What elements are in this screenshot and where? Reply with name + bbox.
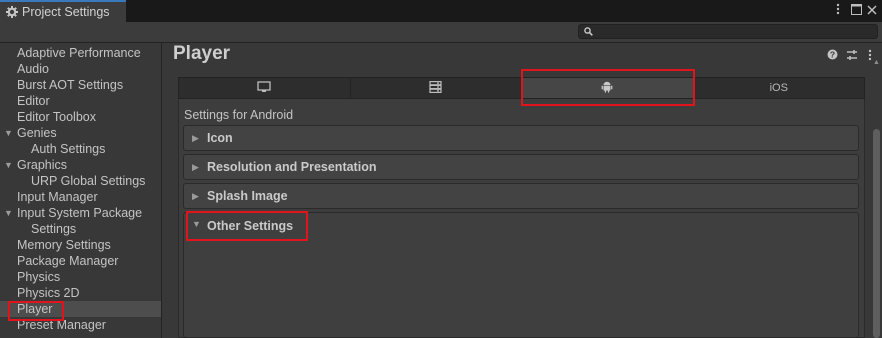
sidebar-item[interactable]: Package Manager xyxy=(0,253,161,269)
section-label: Resolution and Presentation xyxy=(207,160,377,174)
sidebar-item-label: Adaptive Performance xyxy=(17,46,141,60)
sidebar-item-label: Editor xyxy=(17,94,50,108)
sidebar-item-label: Auth Settings xyxy=(31,142,106,156)
expand-arrow-icon[interactable]: ▼ xyxy=(4,157,13,173)
maximize-icon[interactable] xyxy=(851,4,862,18)
menu-icon[interactable] xyxy=(836,3,840,18)
triangle-right-icon: ▶ xyxy=(192,190,199,201)
sidebar-item-label: Memory Settings xyxy=(17,238,111,252)
tab-server[interactable] xyxy=(351,78,522,98)
sidebar-item[interactable]: Settings xyxy=(0,221,161,237)
expand-arrow-icon[interactable]: ▼ xyxy=(4,125,13,141)
scrollbar[interactable]: ▲ xyxy=(871,57,882,338)
section-icon[interactable]: ▶ Icon xyxy=(183,125,859,151)
svg-text:?: ? xyxy=(830,50,835,60)
toolbar xyxy=(0,22,882,43)
sidebar-item[interactable]: Burst AOT Settings xyxy=(0,77,161,93)
sidebar-item-label: Settings xyxy=(31,222,77,236)
sidebar-item[interactable]: Preset Manager xyxy=(0,317,161,333)
sidebar-item-label: Input System Package xyxy=(17,206,143,220)
gear-icon xyxy=(6,6,18,18)
sidebar-item-label: Player xyxy=(17,302,53,316)
sidebar-item[interactable]: Physics xyxy=(0,269,161,285)
player-settings-panel: Player ? iOS Settings for Android ▶ Icon… xyxy=(163,43,882,338)
sidebar-item-label: Input Manager xyxy=(17,190,98,204)
section-other-settings[interactable]: ▼ Other Settings xyxy=(183,212,859,338)
help-icon[interactable]: ? xyxy=(827,49,838,63)
search-input[interactable] xyxy=(578,24,878,39)
sidebar-item[interactable]: ▼ Graphics xyxy=(0,157,161,173)
sidebar-item[interactable]: Editor xyxy=(0,93,161,109)
section-splash-image[interactable]: ▶ Splash Image xyxy=(183,183,859,209)
section-label: Splash Image xyxy=(207,189,288,203)
tab-ios-label: iOS xyxy=(769,82,788,94)
settings-for-label: Settings for Android xyxy=(184,108,294,122)
section-label: Icon xyxy=(207,131,233,145)
scroll-up-icon[interactable]: ▲ xyxy=(873,59,880,66)
platform-tabs: iOS xyxy=(178,77,865,99)
sidebar-item[interactable]: URP Global Settings xyxy=(0,173,161,189)
preset-icon[interactable] xyxy=(846,49,858,64)
sidebar-item-label: Physics 2D xyxy=(17,286,80,300)
sidebar-item[interactable]: Memory Settings xyxy=(0,237,161,253)
sidebar-item-label: Package Manager xyxy=(17,254,119,268)
tab-android[interactable] xyxy=(522,78,694,98)
sidebar-item[interactable]: Audio xyxy=(0,61,161,77)
sidebar-item-label: Burst AOT Settings xyxy=(17,78,124,92)
section-resolution-and-presentation[interactable]: ▶ Resolution and Presentation xyxy=(183,154,859,180)
sidebar-item-label: Editor Toolbox xyxy=(17,110,96,124)
sidebar-item-label: Physics xyxy=(17,270,61,284)
triangle-down-icon: ▼ xyxy=(192,219,201,229)
sidebar-item[interactable]: ▼ Input System Package xyxy=(0,205,161,221)
expand-arrow-icon[interactable]: ▼ xyxy=(4,205,13,221)
sidebar-item[interactable]: Adaptive Performance xyxy=(0,45,161,61)
scrollbar-thumb[interactable] xyxy=(873,129,880,338)
page-title: Player xyxy=(173,43,231,64)
desktop-icon xyxy=(257,80,271,96)
window-title-bar: Project Settings xyxy=(0,0,882,22)
sidebar-item-label: URP Global Settings xyxy=(31,174,146,188)
tab-ios[interactable]: iOS xyxy=(694,78,865,98)
close-icon[interactable] xyxy=(867,4,877,18)
triangle-right-icon: ▶ xyxy=(192,132,199,143)
sidebar-item[interactable]: Editor Toolbox xyxy=(0,109,161,125)
tab-desktop[interactable] xyxy=(179,78,351,98)
sidebar-item-label: Graphics xyxy=(17,158,68,172)
sidebar-item-label: Genies xyxy=(17,126,57,140)
settings-sidebar: Adaptive Performance Audio Burst AOT Setti… xyxy=(0,43,162,338)
sidebar-item-label: Audio xyxy=(17,62,49,76)
sidebar-item-label: Preset Manager xyxy=(17,318,106,332)
sidebar-item[interactable]: Player xyxy=(0,301,161,317)
section-label: Other Settings xyxy=(207,219,294,233)
triangle-right-icon: ▶ xyxy=(192,161,199,172)
android-icon xyxy=(601,80,613,96)
sidebar-item[interactable]: Input Manager xyxy=(0,189,161,205)
project-settings-tab[interactable]: Project Settings xyxy=(0,0,126,22)
server-icon xyxy=(429,80,442,96)
sidebar-item[interactable]: ▼ Genies xyxy=(0,125,161,141)
sidebar-item[interactable]: Auth Settings xyxy=(0,141,161,157)
window-tab-title: Project Settings xyxy=(22,5,110,19)
sidebar-item[interactable]: Physics 2D xyxy=(0,285,161,301)
